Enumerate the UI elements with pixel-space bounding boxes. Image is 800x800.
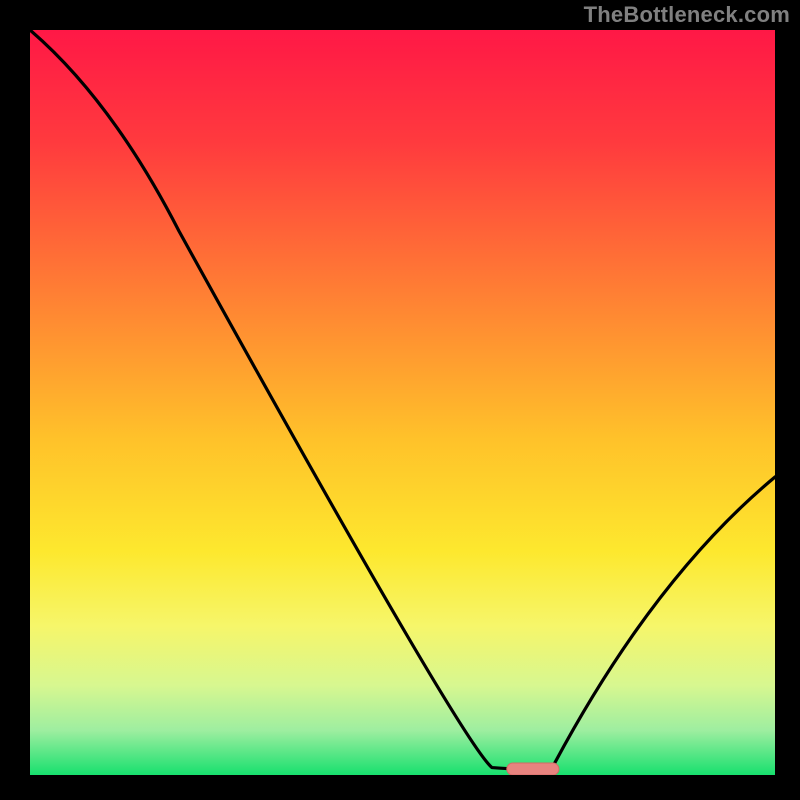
chart-root: TheBottleneck.com (0, 0, 800, 800)
optimal-marker (507, 763, 559, 775)
watermark-text: TheBottleneck.com (584, 2, 790, 28)
plot-background (30, 30, 775, 775)
bottleneck-chart (0, 0, 800, 800)
